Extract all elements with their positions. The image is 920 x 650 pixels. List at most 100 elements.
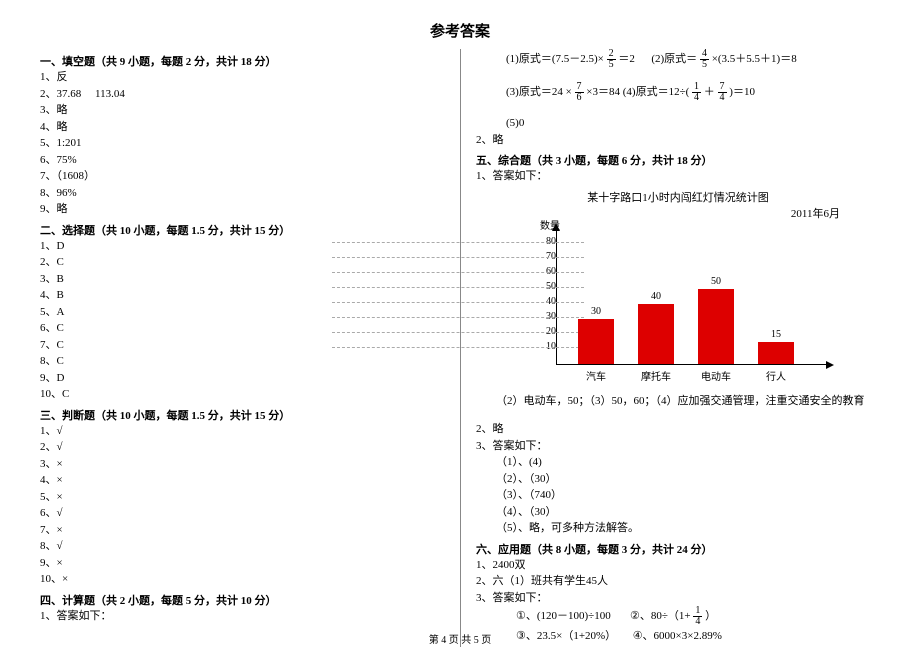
sec2-item: 8、C <box>40 353 445 370</box>
sec1-item: 4、略 <box>40 119 445 136</box>
chart-subtitle: 2011年6月 <box>476 205 880 221</box>
sec5-3-sub: （4）、（30） <box>476 504 880 521</box>
sec2-item: 10、C <box>40 386 445 403</box>
bar-category: 汽车 <box>572 368 620 383</box>
eq4: (4)原式＝12÷( <box>623 86 690 98</box>
sec3-item: 5、× <box>40 489 445 506</box>
bar-category: 行人 <box>752 368 800 383</box>
sec6-head: 六、应用题（共 8 小题，每题 3 分，共计 24 分） <box>476 541 880 557</box>
sec3-item: 2、√ <box>40 439 445 456</box>
sec5-3-sub: （1）、(4) <box>476 454 880 471</box>
sec3-head: 三、判断题（共 10 小题，每题 1.5 分，共计 15 分） <box>40 407 445 423</box>
eq4-suffix: )＝10 <box>729 86 755 98</box>
sec3-item: 7、× <box>40 522 445 539</box>
sec4-item2: 2、略 <box>476 132 880 149</box>
y-tick: 60 <box>532 266 556 277</box>
sec4-item: 1、答案如下： <box>40 608 445 625</box>
sec6-item: 1、2400双 <box>476 557 880 574</box>
sec5-3-sub: （3）、（740） <box>476 487 880 504</box>
y-tick: 10 <box>532 341 556 352</box>
bar <box>638 304 674 364</box>
sec5-3-sub: （5）、略，可多种方法解答。 <box>476 520 880 537</box>
fraction-icon: 14 <box>693 606 702 627</box>
sec3-item: 4、× <box>40 472 445 489</box>
sec6-eq-row1: ①、(120－100)÷100 ②、80÷（1+ 14 ） <box>476 606 880 627</box>
eq1-suffix: ＝2 <box>618 53 635 65</box>
right-column: (1)原式＝(7.5－2.5)× 25 ＝2 (2)原式＝ 45 ×(3.5＋5… <box>460 49 880 647</box>
bar-category: 电动车 <box>692 368 740 383</box>
sec3-item: 1、√ <box>40 423 445 440</box>
y-tick: 50 <box>532 281 556 292</box>
y-tick: 30 <box>532 311 556 322</box>
sec2-item: 5、A <box>40 304 445 321</box>
sec1-item: 5、1:201 <box>40 135 445 152</box>
fraction-icon: 74 <box>718 82 727 103</box>
eq-a: ①、(120－100)÷100 <box>516 610 611 622</box>
sec5-3-sub: （2）、（30） <box>476 471 880 488</box>
sec5-item3: 3、答案如下： <box>476 438 880 455</box>
sec1-item: 3、略 <box>40 102 445 119</box>
sec2-item: 3、B <box>40 271 445 288</box>
eq2-mid: ×(3.5＋5.5＋1)＝8 <box>712 53 797 65</box>
eq5: (5)0 <box>476 115 880 132</box>
bar-category: 摩托车 <box>632 368 680 383</box>
sec1-item: 6、75% <box>40 152 445 169</box>
bar-value: 50 <box>698 276 734 287</box>
eq3-suffix: ×3＝84 <box>586 86 620 98</box>
sec3-item: 10、× <box>40 571 445 588</box>
y-tick: 20 <box>532 326 556 337</box>
bar <box>758 342 794 364</box>
sec3-item: 3、× <box>40 456 445 473</box>
fraction-icon: 76 <box>575 82 584 103</box>
bar <box>698 289 734 364</box>
fraction-icon: 14 <box>692 82 701 103</box>
sec5-item2: 2、略 <box>476 421 880 438</box>
sec1-item: 9、略 <box>40 201 445 218</box>
bar-value: 15 <box>758 329 794 340</box>
y-tick: 40 <box>532 296 556 307</box>
eq1: (1)原式＝(7.5－2.5)× <box>506 53 604 65</box>
sec3-item: 6、√ <box>40 505 445 522</box>
fraction-icon: 45 <box>700 49 709 70</box>
sec3-item: 8、√ <box>40 538 445 555</box>
sec5-item1: 1、答案如下： <box>476 168 880 185</box>
bar <box>578 319 614 364</box>
bar-value: 30 <box>578 306 614 317</box>
sec1-item: 2、37.68 113.04 <box>40 86 445 103</box>
content-columns: 一、填空题（共 9 小题，每题 2 分，共计 18 分） 1、反 2、37.68… <box>40 49 880 647</box>
eq4-plus: ＋ <box>704 86 715 98</box>
x-axis <box>556 364 828 365</box>
y-tick: 70 <box>532 251 556 262</box>
left-column: 一、填空题（共 9 小题，每题 2 分，共计 18 分） 1、反 2、37.68… <box>40 49 460 647</box>
sec2-item: 9、D <box>40 370 445 387</box>
bar-chart: 数量 10 20 30 40 50 60 70 80 30 汽车 40 摩托车 … <box>518 225 838 385</box>
sec6-item: 2、六（1）班共有学生45人 <box>476 573 880 590</box>
sec1-item: 8、96% <box>40 185 445 202</box>
sec5-head: 五、综合题（共 3 小题，每题 6 分，共计 18 分） <box>476 152 880 168</box>
sec1-item: 7、（1608） <box>40 168 445 185</box>
sec4-head: 四、计算题（共 2 小题，每题 5 分，共计 10 分） <box>40 592 445 608</box>
arrow-right-icon <box>826 361 834 369</box>
sec2-item: 6、C <box>40 320 445 337</box>
eq2: (2)原式＝ <box>651 53 697 65</box>
sec6-item: 3、答案如下： <box>476 590 880 607</box>
y-axis <box>556 230 557 365</box>
eq-b-suffix: ） <box>705 610 716 622</box>
eq3: (3)原式＝24 × <box>506 86 572 98</box>
y-tick: 80 <box>532 236 556 247</box>
page-footer: 第 4 页 共 5 页 <box>0 631 920 646</box>
sec2-item: 7、C <box>40 337 445 354</box>
eq-b-prefix: ②、80÷（1+ <box>630 610 691 622</box>
bar-value: 40 <box>638 291 674 302</box>
sec1-item: 1、反 <box>40 69 445 86</box>
chart-title: 某十字路口1小时内闯红灯情况统计图 <box>476 189 880 205</box>
sec1-head: 一、填空题（共 9 小题，每题 2 分，共计 18 分） <box>40 53 445 69</box>
sec2-item: 1、D <box>40 238 445 255</box>
sec2-head: 二、选择题（共 10 小题，每题 1.5 分，共计 15 分） <box>40 222 445 238</box>
fraction-icon: 25 <box>607 49 616 70</box>
sec3-item: 9、× <box>40 555 445 572</box>
page-title: 参考答案 <box>40 20 880 41</box>
equation-row-2: (3)原式＝24 × 76 ×3＝84 (4)原式＝12÷( 14 ＋ 74 )… <box>476 82 880 103</box>
chart-analysis: （2）电动车，50；（3）50，60；（4）应加强交通管理，注重交通安全的教育 <box>476 393 880 410</box>
equation-row-1: (1)原式＝(7.5－2.5)× 25 ＝2 (2)原式＝ 45 ×(3.5＋5… <box>476 49 880 70</box>
